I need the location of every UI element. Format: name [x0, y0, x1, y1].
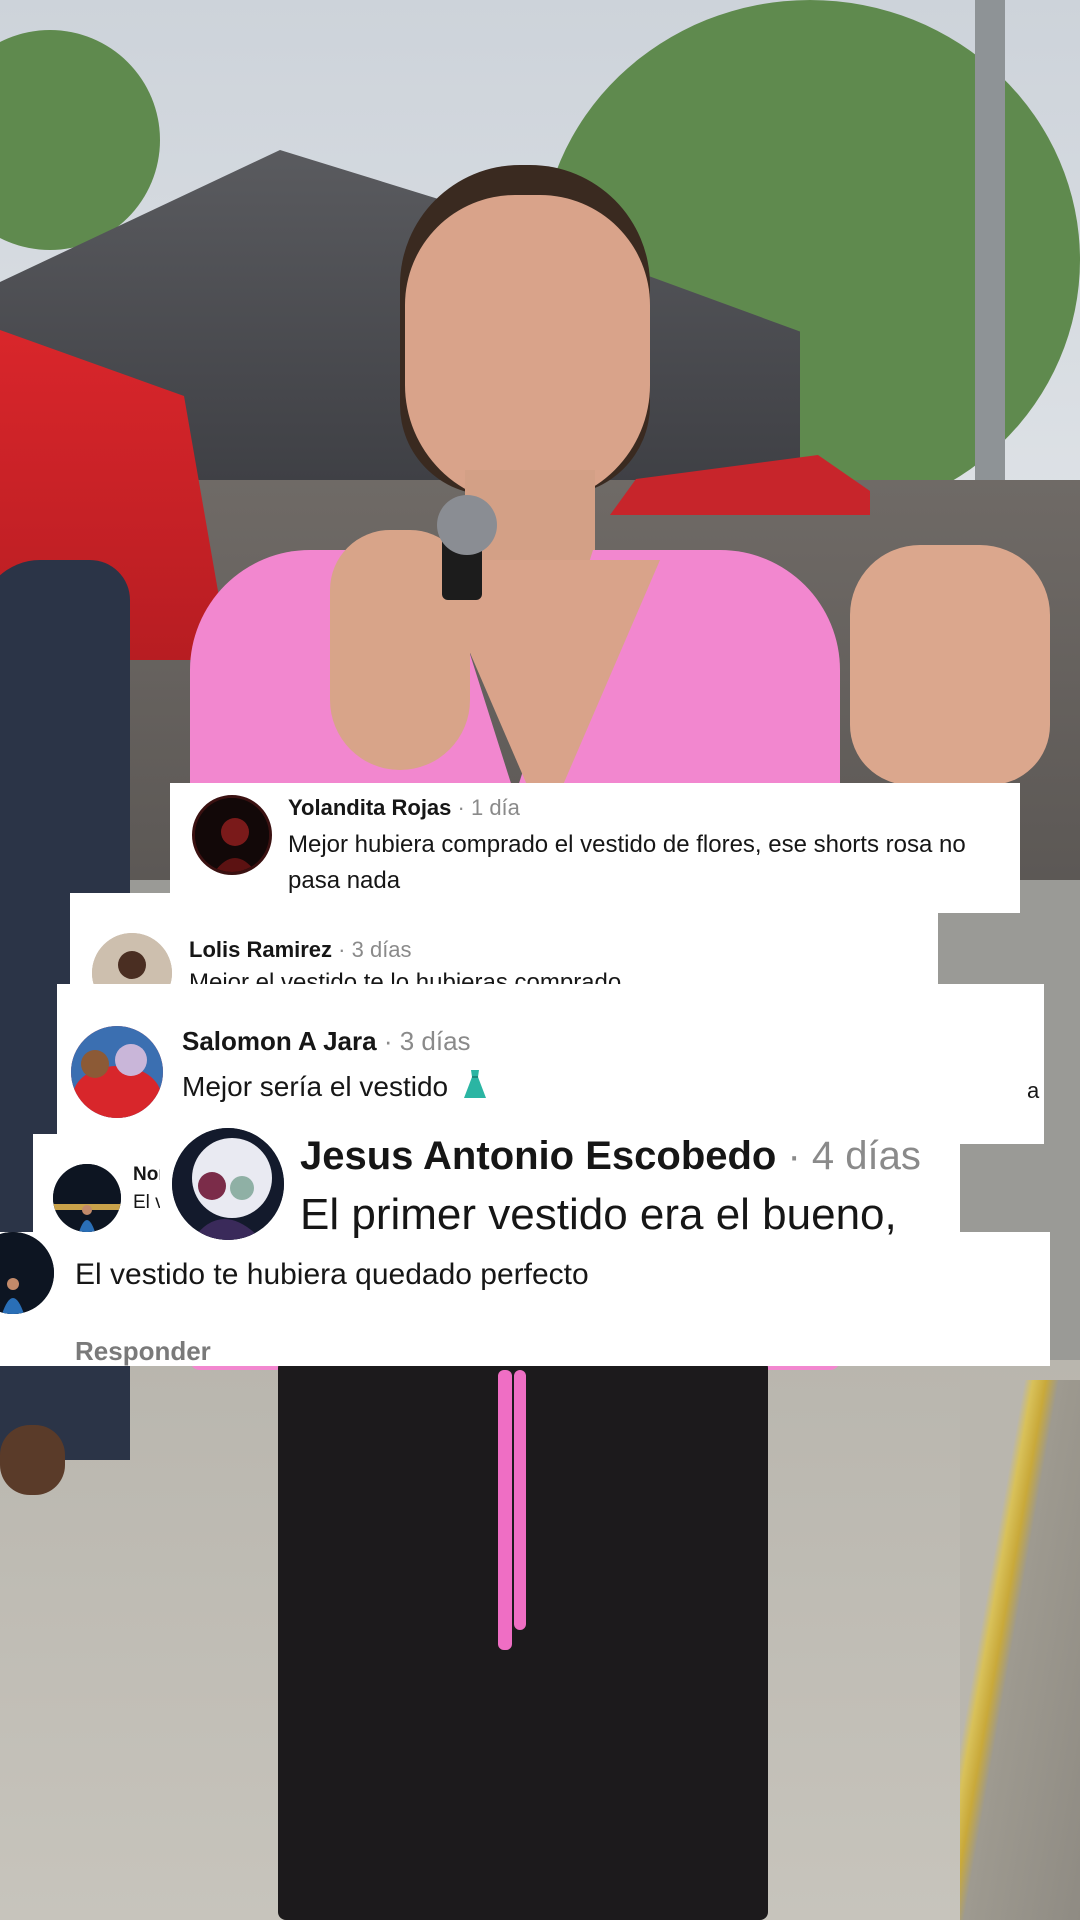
avatar[interactable] — [192, 795, 272, 875]
comment-author[interactable]: Jesus Antonio Escobedo · 4 días — [300, 1134, 921, 1179]
avatar[interactable] — [0, 1232, 54, 1314]
comment-text: Mejor hubiera comprado el vestido de flo… — [288, 831, 966, 894]
pink-sash-2 — [514, 1370, 526, 1630]
overflow-text: a — [1027, 1078, 1040, 1103]
comment-text: El vestido te hubiera quedado perfecto — [75, 1258, 589, 1291]
comment-age: · 4 días — [787, 1134, 921, 1178]
comment-text: Mejor sería el vestido — [182, 1068, 488, 1103]
author-name[interactable]: Yolandita Rojas — [288, 795, 451, 820]
avatar[interactable] — [172, 1128, 284, 1240]
illustrated-couple-icon — [172, 1128, 284, 1240]
author-name[interactable]: Jesus Antonio Escobedo — [300, 1134, 776, 1178]
comment-age: · 3 días — [338, 937, 412, 962]
comment-text: El primer vestido era el bueno, — [300, 1190, 897, 1239]
bystander-shoe — [0, 1425, 65, 1495]
presenter-hand-right — [850, 545, 1050, 785]
author-name[interactable]: Lolis Ramirez — [189, 937, 332, 962]
comment-card[interactable]: Jesus Antonio Escobedo · 4 días El prime… — [160, 1118, 960, 1258]
author-name[interactable]: Salomon A Jara — [182, 1026, 377, 1056]
comment-age: · 1 día — [457, 795, 520, 820]
yellow-curb — [960, 1380, 1080, 1920]
reply-button[interactable]: Responder — [75, 1336, 211, 1366]
comment-author[interactable]: Salomon A Jara · 3 días — [182, 1026, 471, 1057]
microphone-icon — [437, 495, 497, 555]
comment-text-body: Mejor sería el vestido — [182, 1071, 449, 1102]
pink-sash — [498, 1370, 512, 1650]
comment-author[interactable]: Yolandita Rojas · 1 día — [288, 795, 520, 821]
comment-author[interactable]: Lolis Ramirez · 3 días — [189, 937, 412, 963]
dog-photo-icon — [71, 1026, 163, 1118]
night-photo-icon — [53, 1164, 121, 1232]
hooded-figure-icon — [195, 798, 269, 872]
presenter-face — [405, 195, 650, 505]
avatar[interactable] — [71, 1026, 163, 1118]
avatar[interactable] — [53, 1164, 121, 1232]
dress-icon — [463, 1070, 486, 1098]
night-photo-icon — [0, 1232, 54, 1314]
comment-age: · 3 días — [383, 1026, 471, 1056]
